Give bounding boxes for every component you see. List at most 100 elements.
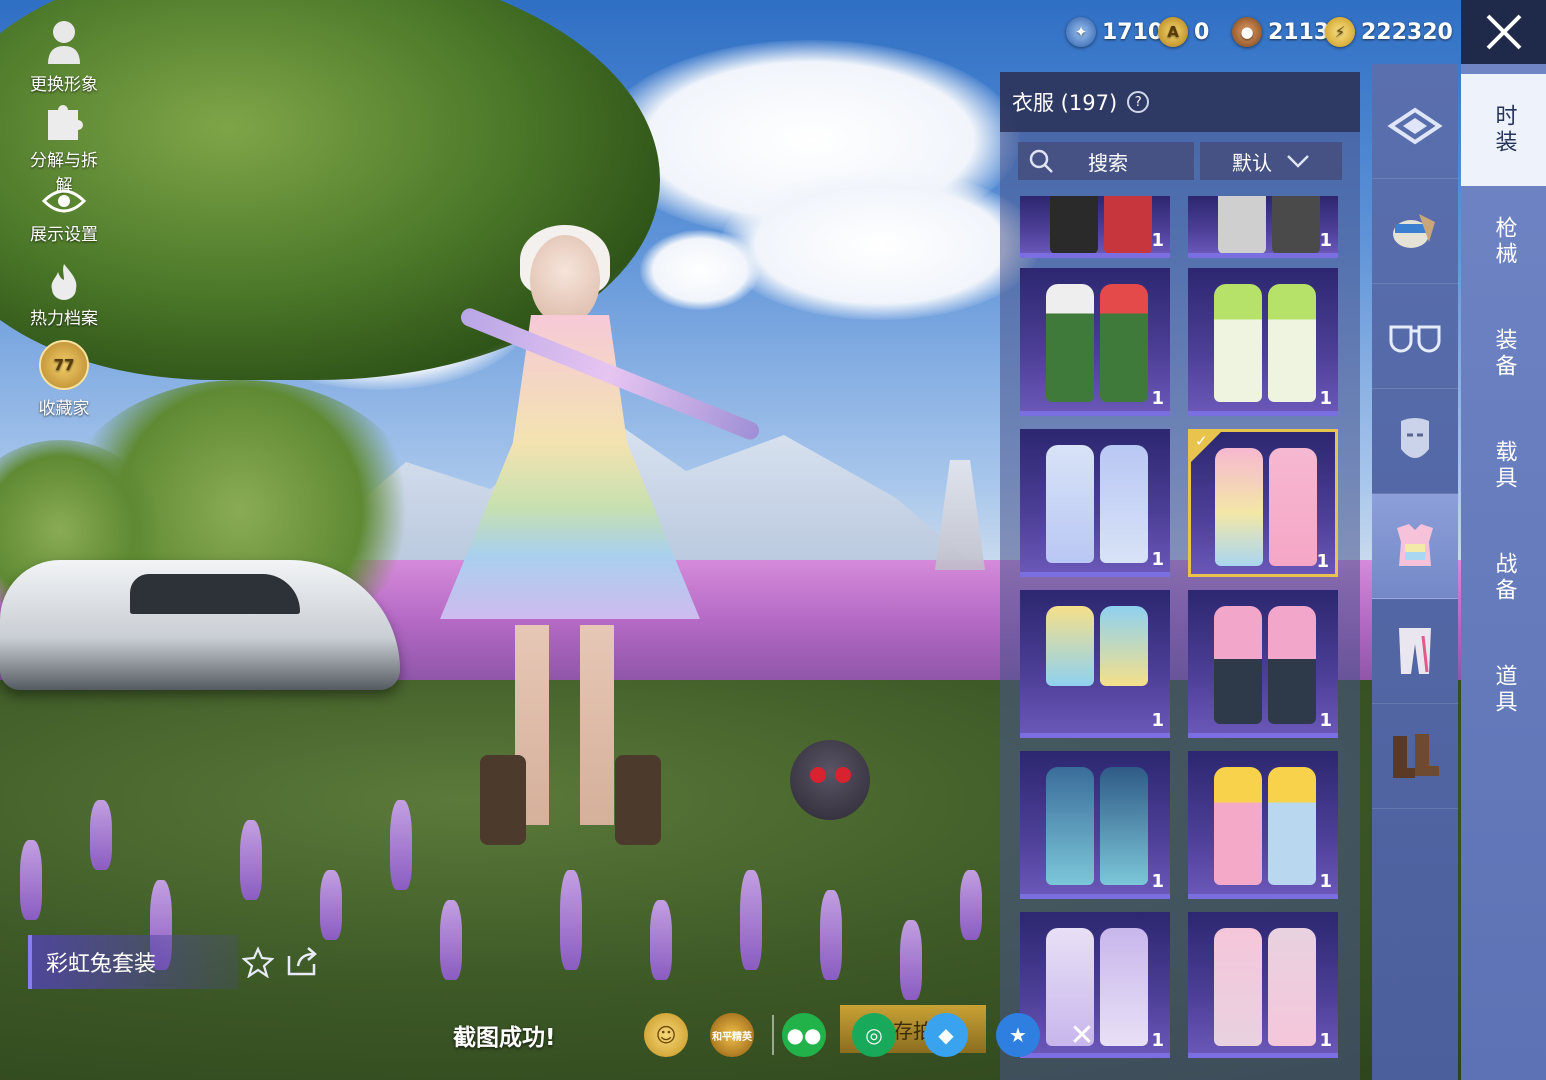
clothing-item[interactable]: 1 xyxy=(1188,268,1338,416)
flower xyxy=(740,870,762,970)
sub-tab-pants[interactable] xyxy=(1372,599,1458,704)
change-look-button[interactable]: 更换形象 xyxy=(22,18,106,95)
flower xyxy=(650,900,672,980)
currency-bronze[interactable]: ● 2113 xyxy=(1232,14,1329,50)
eye-icon xyxy=(41,189,87,213)
tab-label: 道具 xyxy=(1491,664,1517,716)
sub-tab-hat[interactable] xyxy=(1372,179,1458,284)
hat-icon xyxy=(1393,214,1435,248)
clothing-item-selected[interactable]: ✓ 1 xyxy=(1188,429,1338,577)
collector-button[interactable]: 77 收藏家 xyxy=(22,340,106,419)
share-game-circle-icon[interactable]: ☺ xyxy=(644,1013,688,1057)
decompose-button[interactable]: 分解与拆解 xyxy=(22,102,106,196)
help-icon[interactable]: ? xyxy=(1127,91,1150,113)
outfit-name-bar: 彩虹兔套装 xyxy=(28,935,238,989)
item-quantity: 1 xyxy=(1316,551,1329,572)
tab-gear[interactable]: 战备 xyxy=(1461,522,1546,634)
flower xyxy=(960,870,982,940)
display-settings-button[interactable]: 展示设置 xyxy=(22,186,106,245)
item-quantity: 1 xyxy=(1151,710,1164,731)
chevron-down-icon xyxy=(1287,155,1309,168)
sub-tab-boots[interactable] xyxy=(1372,704,1458,809)
item-quantity: 1 xyxy=(1319,871,1332,892)
moments-icon[interactable]: ◎ xyxy=(852,1013,896,1057)
tab-items[interactable]: 道具 xyxy=(1461,634,1546,746)
player-character xyxy=(420,215,762,855)
item-quantity: 1 xyxy=(1319,388,1332,409)
screenshot-toast: 截图成功! xyxy=(453,1025,556,1051)
collector-level: 77 xyxy=(53,356,75,374)
item-quantity: 1 xyxy=(1319,230,1332,251)
change-look-label: 更换形象 xyxy=(30,75,98,95)
clothing-item[interactable]: 1 xyxy=(1020,429,1170,577)
search-box[interactable]: 搜索 xyxy=(1018,142,1194,180)
currency-value: 222320 xyxy=(1361,19,1453,45)
item-quantity: 1 xyxy=(1151,1030,1164,1051)
close-share-icon[interactable]: ✕ xyxy=(1060,1013,1104,1057)
item-quantity: 1 xyxy=(1151,230,1164,251)
clothing-item[interactable]: 1 xyxy=(1188,912,1338,1058)
favorite-star-icon[interactable] xyxy=(242,946,274,978)
gold-a-coin-icon: A xyxy=(1158,17,1188,47)
wardrobe-icon xyxy=(1387,107,1443,145)
heat-archive-button[interactable]: 热力档案 xyxy=(22,262,106,329)
flower xyxy=(820,890,842,980)
clothing-item[interactable]: 1 xyxy=(1020,590,1170,738)
tab-label: 载具 xyxy=(1491,440,1517,492)
share-app-badge-icon[interactable]: 和平精英 xyxy=(710,1013,754,1057)
currency-gold-a[interactable]: A 0 xyxy=(1158,14,1209,50)
collector-badge-icon: 77 xyxy=(39,340,89,390)
app-badge-label: 和平精英 xyxy=(712,1031,752,1043)
sub-category-tabs xyxy=(1372,64,1458,1080)
tab-guns[interactable]: 枪械 xyxy=(1461,186,1546,298)
flower xyxy=(900,920,922,1000)
close-button[interactable] xyxy=(1461,0,1546,64)
flower xyxy=(560,870,582,970)
bronze-coin-icon: ● xyxy=(1232,17,1262,47)
divider xyxy=(772,1015,774,1055)
puzzle-icon xyxy=(48,105,84,140)
clothing-item[interactable]: 1 xyxy=(1188,751,1338,899)
person-icon xyxy=(48,21,80,64)
currency-lightning[interactable]: ⚡ 222320 xyxy=(1325,14,1453,50)
flower xyxy=(90,800,112,870)
clothing-item[interactable]: 1 xyxy=(1020,196,1170,258)
tab-equipment[interactable]: 装备 xyxy=(1461,298,1546,410)
sub-tab-wardrobe[interactable] xyxy=(1372,74,1458,179)
sub-tab-mask[interactable] xyxy=(1372,389,1458,494)
search-icon xyxy=(1029,149,1053,173)
wechat-icon[interactable]: ●● xyxy=(782,1013,826,1057)
qzone-icon[interactable]: ★ xyxy=(996,1013,1040,1057)
qq-icon[interactable]: ◆ xyxy=(924,1013,968,1057)
clothing-item[interactable]: 1 xyxy=(1188,590,1338,738)
panel-title: 衣服 (197) xyxy=(1012,91,1118,115)
display-settings-label: 展示设置 xyxy=(30,225,98,245)
heat-archive-label: 热力档案 xyxy=(30,309,98,329)
tab-vehicles[interactable]: 载具 xyxy=(1461,410,1546,522)
sports-car xyxy=(0,560,400,690)
flower xyxy=(240,820,262,900)
clothing-item[interactable]: 1 xyxy=(1020,751,1170,899)
tab-fashion[interactable]: 时装 xyxy=(1461,74,1546,186)
lightning-coin-icon: ⚡ xyxy=(1325,17,1355,47)
item-quantity: 1 xyxy=(1151,871,1164,892)
boots-icon xyxy=(1393,734,1439,778)
sub-tab-glasses[interactable] xyxy=(1372,284,1458,389)
flower xyxy=(20,840,42,920)
flower xyxy=(440,900,462,980)
glasses-icon xyxy=(1389,325,1441,353)
clothing-item[interactable]: 1 xyxy=(1188,196,1338,258)
clothing-item[interactable]: 1 xyxy=(1020,268,1170,416)
currency-value: 2113 xyxy=(1268,19,1330,45)
close-icon xyxy=(1486,14,1521,50)
sub-tab-outfit[interactable] xyxy=(1372,494,1458,599)
sort-dropdown[interactable]: 默认 xyxy=(1200,142,1342,180)
currency-trophy[interactable]: ✦ 1710 xyxy=(1066,14,1163,50)
tab-label: 时装 xyxy=(1491,104,1517,156)
pants-icon xyxy=(1399,628,1431,674)
item-quantity: 1 xyxy=(1151,388,1164,409)
flower xyxy=(390,800,412,890)
tab-label: 装备 xyxy=(1491,328,1517,380)
flame-icon xyxy=(51,264,77,300)
share-icon[interactable] xyxy=(286,946,320,976)
